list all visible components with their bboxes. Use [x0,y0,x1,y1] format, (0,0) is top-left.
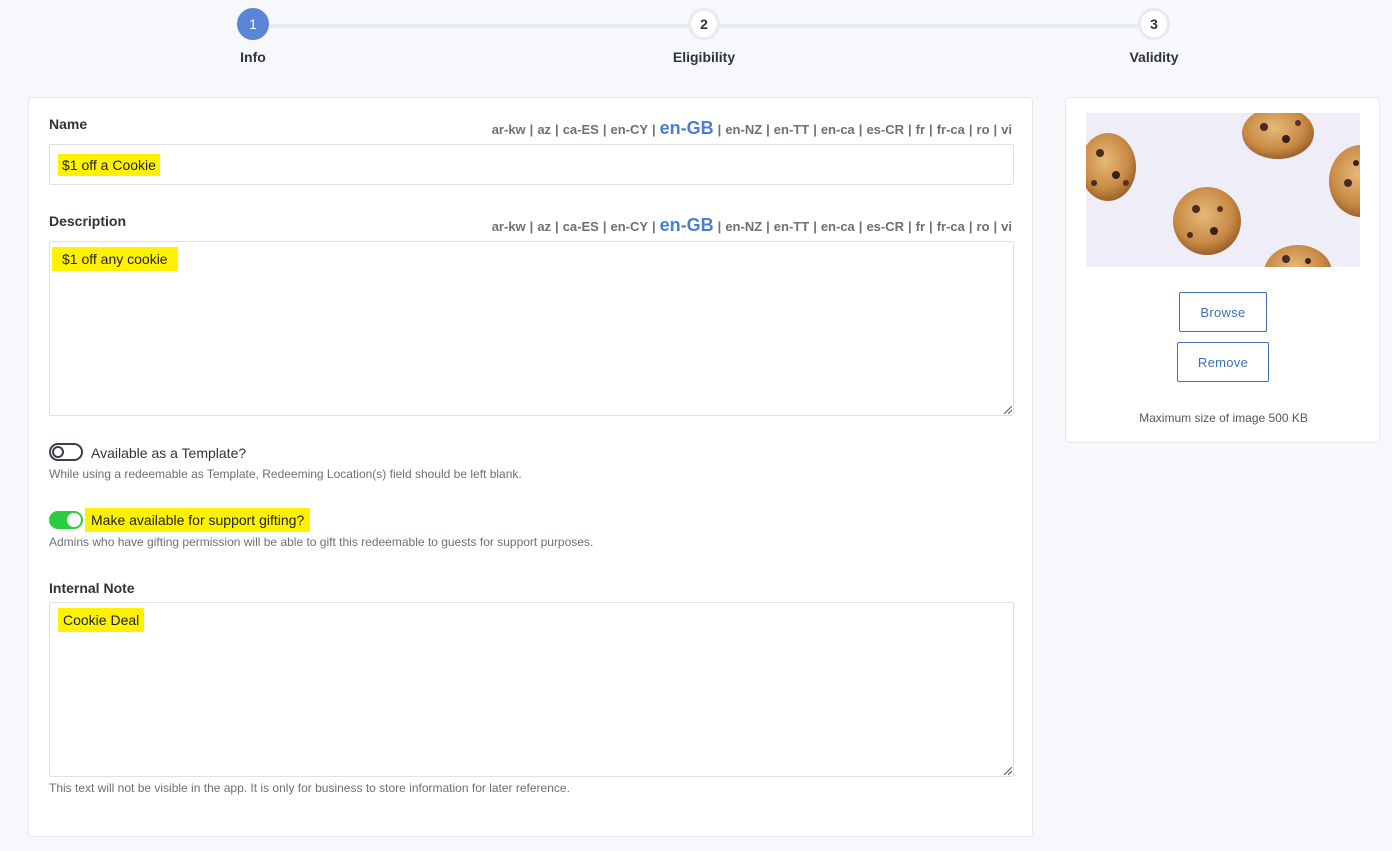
language-option-en-cy[interactable]: en-CY [610,122,648,137]
language-separator: | [929,219,933,234]
resize-handle-icon[interactable] [1004,406,1012,414]
browse-button[interactable]: Browse [1179,292,1267,332]
description-textarea[interactable]: $1 off any cookie [49,241,1014,416]
name-input[interactable]: $1 off a Cookie [49,144,1014,185]
name-label: Name [49,116,88,132]
progress-stepper: 1 Info 2 Eligibility 3 Validity [0,0,1392,80]
cookie-image [1086,113,1360,267]
description-label: Description [49,213,127,229]
name-language-selector: ar-kw | az | ca-ES | en-CY | en-GB | en-NZ | en-TT | e… [492,118,1012,139]
image-upload-panel: Browse Remove Maximum size of image 500 … [1065,97,1380,443]
language-option-en-tt[interactable]: en-TT [774,219,809,234]
language-option-fr-ca[interactable]: fr-ca [937,219,965,234]
language-separator: | [929,122,933,137]
language-separator: | [766,122,770,137]
step-2-circle[interactable]: 2 [688,8,720,40]
language-option-ca-es[interactable]: ca-ES [563,122,599,137]
language-option-ar-kw[interactable]: ar-kw [492,219,526,234]
language-separator: | [555,122,559,137]
support-gifting-helper-text: Admins who have gifting permission will … [49,535,594,549]
language-option-en-gb[interactable]: en-GB [660,118,714,139]
step-3-circle[interactable]: 3 [1138,8,1170,40]
remove-button[interactable]: Remove [1177,342,1269,382]
language-option-fr[interactable]: fr [916,219,925,234]
language-separator: | [652,122,656,137]
language-option-en-ca[interactable]: en-ca [821,122,855,137]
template-helper-text: While using a redeemable as Template, Re… [49,467,522,481]
language-separator: | [968,122,973,137]
language-option-en-ca[interactable]: en-ca [821,219,855,234]
language-option-en-nz[interactable]: en-NZ [725,122,762,137]
step-2-label[interactable]: Eligibility [673,49,735,65]
toggle-knob [52,446,64,458]
language-separator: | [993,219,998,234]
language-option-fr[interactable]: fr [916,122,925,137]
internal-note-label: Internal Note [49,580,135,596]
language-option-fr-ca[interactable]: fr-ca [937,122,965,137]
language-option-en-tt[interactable]: en-TT [774,122,809,137]
language-option-ro[interactable]: ro [977,122,990,137]
image-size-note: Maximum size of image 500 KB [1139,411,1308,425]
language-separator: | [529,219,534,234]
support-gifting-toggle-label: Make available for support gifting? [85,508,311,532]
language-separator: | [813,122,817,137]
language-option-az[interactable]: az [537,219,551,234]
step-number: 1 [249,16,257,32]
language-option-az[interactable]: az [537,122,551,137]
language-separator: | [717,219,722,234]
language-separator: | [813,219,817,234]
language-option-ca-es[interactable]: ca-ES [563,219,599,234]
language-option-vi[interactable]: vi [1001,122,1012,137]
language-option-vi[interactable]: vi [1001,219,1012,234]
language-separator: | [968,219,973,234]
language-option-ar-kw[interactable]: ar-kw [492,122,526,137]
redeemable-image-preview [1086,113,1360,267]
step-1-circle[interactable]: 1 [237,8,269,40]
template-toggle[interactable] [49,443,83,461]
language-separator: | [652,219,656,234]
redeemable-info-form: Name ar-kw | az | ca-ES | en-CY | en-GB | en-NZ | en… [28,97,1033,837]
language-option-en-cy[interactable]: en-CY [610,219,648,234]
language-option-en-gb[interactable]: en-GB [660,215,714,236]
language-option-es-cr[interactable]: es-CR [866,219,904,234]
internal-note-textarea[interactable]: Cookie Deal [49,602,1014,777]
step-number: 3 [1150,16,1158,32]
description-textarea-value: $1 off any cookie [52,247,178,271]
language-separator: | [908,122,912,137]
language-separator: | [555,219,559,234]
stepper-line [270,24,688,28]
toggle-knob [67,513,81,527]
language-separator: | [858,122,863,137]
name-input-value: $1 off a Cookie [58,154,160,176]
step-3-label[interactable]: Validity [1129,49,1178,65]
resize-handle-icon[interactable] [1004,767,1012,775]
step-number: 2 [700,16,708,32]
language-option-ro[interactable]: ro [977,219,990,234]
step-1-label[interactable]: Info [240,49,266,65]
description-language-selector: ar-kw | az | ca-ES | en-CY | en-GB | en-NZ | en-TT | e… [492,215,1012,236]
language-separator: | [717,122,722,137]
language-option-es-cr[interactable]: es-CR [866,122,904,137]
language-separator: | [529,122,534,137]
internal-note-helper-text: This text will not be visible in the app… [49,781,570,795]
internal-note-textarea-value: Cookie Deal [58,608,145,632]
support-gifting-toggle[interactable] [49,511,83,529]
language-separator: | [602,219,607,234]
language-separator: | [908,219,912,234]
language-separator: | [766,219,770,234]
language-separator: | [993,122,998,137]
template-toggle-label: Available as a Template? [91,445,247,461]
language-option-en-nz[interactable]: en-NZ [725,219,762,234]
stepper-line [720,24,1138,28]
language-separator: | [602,122,607,137]
language-separator: | [858,219,863,234]
